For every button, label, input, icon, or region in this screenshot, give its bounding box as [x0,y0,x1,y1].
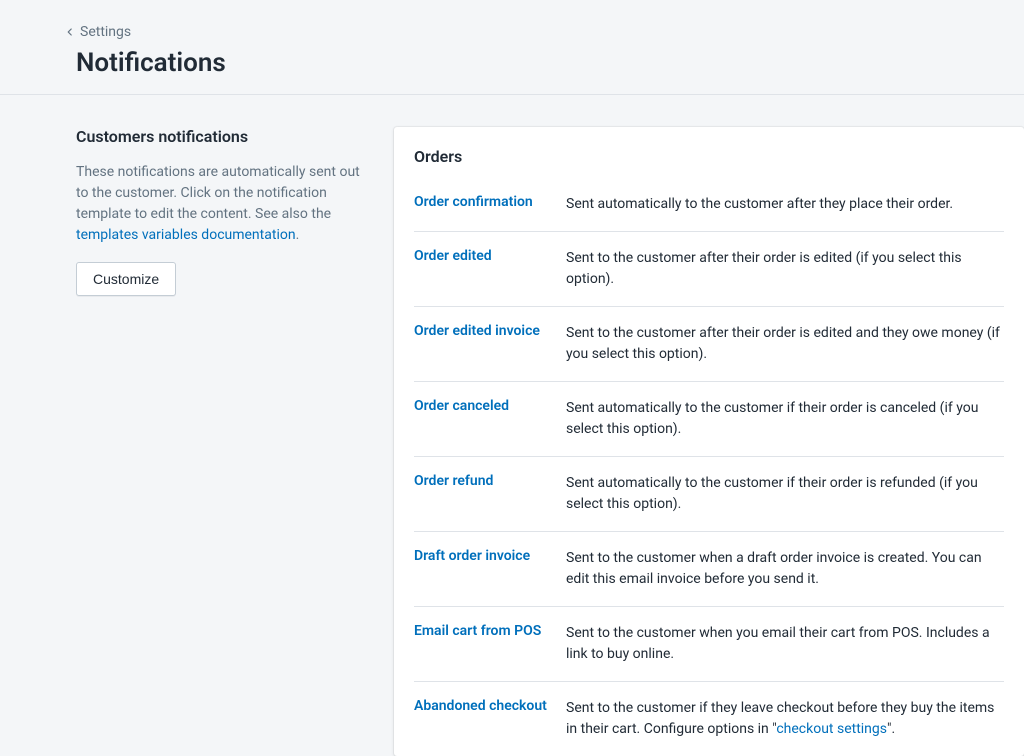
table-row: Order edited invoice Sent to the custome… [414,306,1004,381]
sidebar-description: These notifications are automatically se… [76,162,362,246]
table-row: Order canceled Sent automatically to the… [414,381,1004,456]
table-row: Email cart from POS Sent to the customer… [414,606,1004,681]
card-title: Orders [414,147,1004,166]
checkout-settings-link[interactable]: checkout settings [776,721,887,737]
row-desc: Sent to the customer after their order i… [566,248,1004,290]
page-header: Settings Notifications [0,24,1024,95]
row-desc-end: ". [887,721,895,737]
row-desc: Sent to the customer after their order i… [566,323,1004,365]
chevron-left-icon [64,26,76,38]
order-edited-invoice-link[interactable]: Order edited invoice [414,323,540,339]
templates-docs-link[interactable]: templates variables documentation [76,227,296,243]
email-cart-pos-link[interactable]: Email cart from POS [414,623,541,639]
breadcrumb[interactable]: Settings [64,24,992,40]
orders-card: Orders Order confirmation Sent automatic… [394,127,1024,756]
row-desc: Sent to the customer when you email thei… [566,623,1004,665]
row-desc: Sent to the customer if they leave check… [566,698,1004,740]
abandoned-checkout-link[interactable]: Abandoned checkout [414,698,547,714]
sidebar-title: Customers notifications [76,127,362,146]
breadcrumb-label: Settings [80,24,131,40]
sidebar-desc-text: These notifications are automatically se… [76,164,360,222]
row-desc: Sent to the customer when a draft order … [566,548,1004,590]
customize-button[interactable]: Customize [76,262,176,296]
table-row: Order edited Sent to the customer after … [414,231,1004,306]
page-title: Notifications [76,48,992,78]
table-row: Order refund Sent automatically to the c… [414,456,1004,531]
table-row: Order confirmation Sent automatically to… [414,186,1004,231]
sidebar-desc-end: . [296,227,300,243]
table-row: Abandoned checkout Sent to the customer … [414,681,1004,756]
row-desc: Sent automatically to the customer if th… [566,473,1004,515]
sidebar: Customers notifications These notificati… [76,127,362,756]
row-desc: Sent automatically to the customer after… [566,194,1004,215]
order-canceled-link[interactable]: Order canceled [414,398,509,414]
order-confirmation-link[interactable]: Order confirmation [414,194,533,210]
row-desc: Sent automatically to the customer if th… [566,398,1004,440]
order-refund-link[interactable]: Order refund [414,473,493,489]
order-edited-link[interactable]: Order edited [414,248,492,264]
table-row: Draft order invoice Sent to the customer… [414,531,1004,606]
draft-order-invoice-link[interactable]: Draft order invoice [414,548,530,564]
